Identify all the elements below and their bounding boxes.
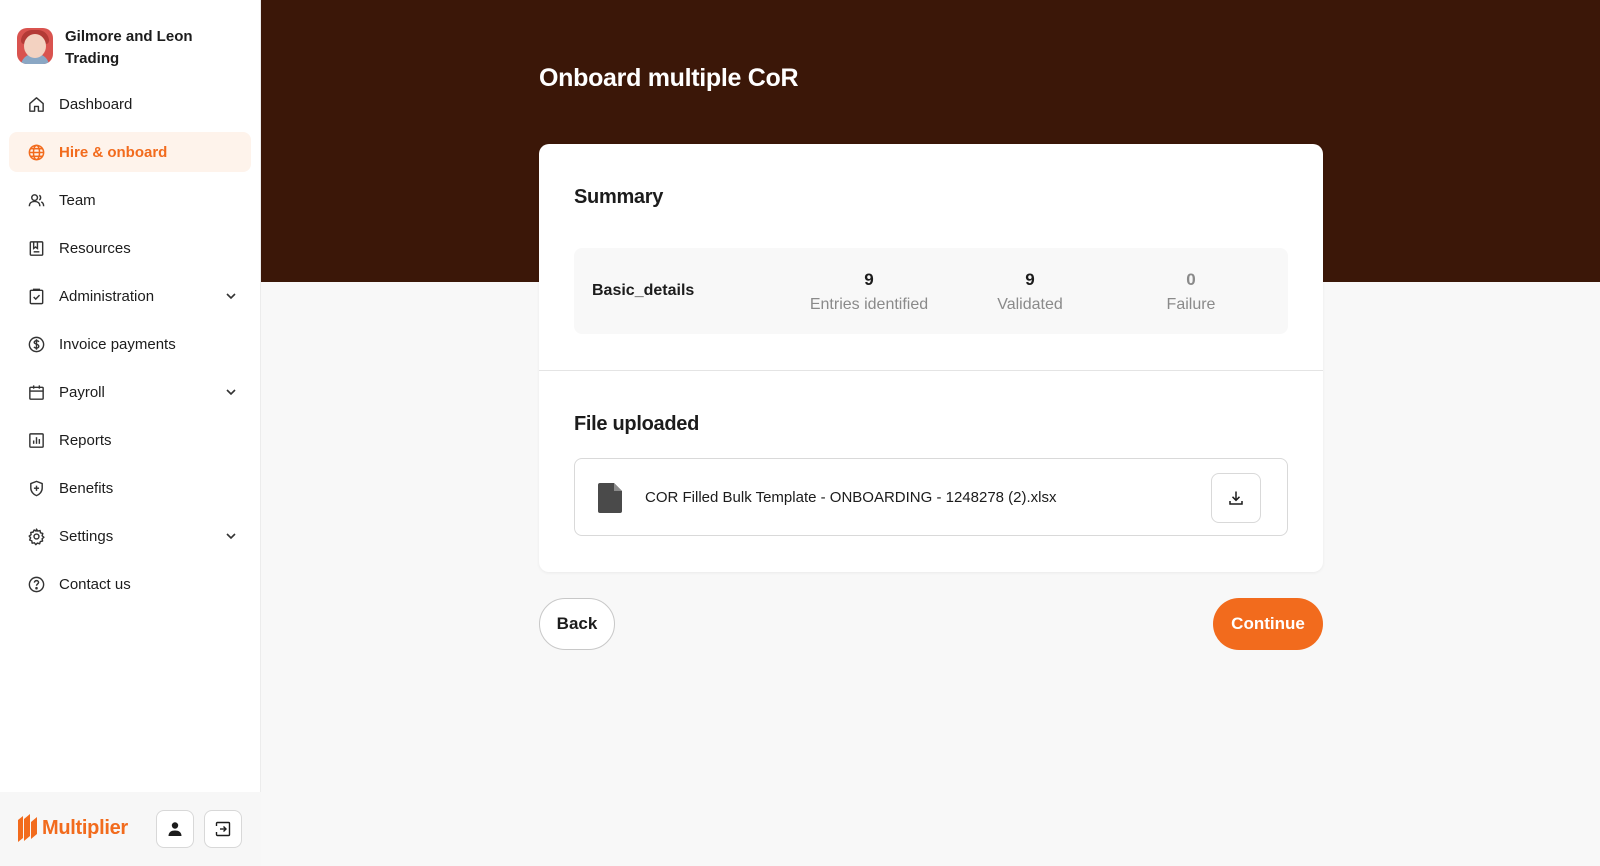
stat-entries-identified: 9 Entries identified bbox=[789, 268, 949, 316]
chevron-down-icon[interactable] bbox=[223, 384, 239, 400]
sidebar-item-label: Dashboard bbox=[59, 95, 133, 113]
sheet-name: Basic_details bbox=[592, 282, 695, 299]
back-button[interactable]: Back bbox=[539, 598, 615, 650]
sidebar-item-reports[interactable]: Reports bbox=[9, 420, 251, 460]
profile-button[interactable] bbox=[156, 810, 194, 848]
dollar-circle-icon bbox=[26, 334, 46, 354]
page-title: Onboard multiple CoR bbox=[539, 64, 799, 92]
file-uploaded-title: File uploaded bbox=[574, 413, 699, 435]
sidebar-item-label: Benefits bbox=[59, 479, 114, 497]
sidebar-item-label: Settings bbox=[59, 527, 114, 545]
logout-icon bbox=[215, 821, 231, 837]
stat-value: 9 bbox=[1025, 270, 1035, 289]
user-icon bbox=[168, 822, 182, 836]
users-icon bbox=[26, 190, 46, 210]
company-switcher[interactable]: Gilmore and Leon Trading bbox=[17, 26, 205, 70]
sidebar-item-label: Contact us bbox=[59, 575, 131, 593]
gear-icon bbox=[26, 526, 46, 546]
sidebar-item-dashboard[interactable]: Dashboard bbox=[9, 84, 251, 124]
calendar-icon bbox=[26, 382, 46, 402]
chevron-down-icon[interactable] bbox=[223, 288, 239, 304]
stat-failure: 0 Failure bbox=[1111, 268, 1271, 316]
sidebar-footer: Multiplier bbox=[0, 792, 261, 866]
bar-chart-icon bbox=[26, 430, 46, 450]
sidebar-item-label: Reports bbox=[59, 431, 112, 449]
brand-name: Multiplier bbox=[42, 816, 128, 839]
sidebar-item-settings[interactable]: Settings bbox=[9, 516, 251, 556]
uploaded-file-row: COR Filled Bulk Template - ONBOARDING - … bbox=[574, 458, 1288, 536]
home-icon bbox=[26, 94, 46, 114]
stat-value: 9 bbox=[864, 270, 874, 289]
sidebar-item-invoice-payments[interactable]: Invoice payments bbox=[9, 324, 251, 364]
file-icon bbox=[598, 483, 622, 513]
stat-validated: 9 Validated bbox=[950, 268, 1110, 316]
summary-row: Basic_details 9 Entries identified 9 Val… bbox=[574, 248, 1288, 334]
download-icon bbox=[1229, 491, 1243, 505]
sidebar-item-resources[interactable]: Resources bbox=[9, 228, 251, 268]
sidebar-item-label: Team bbox=[59, 191, 96, 209]
sidebar-item-hire-onboard[interactable]: Hire & onboard bbox=[9, 132, 251, 172]
summary-title: Summary bbox=[574, 186, 664, 208]
sidebar-item-label: Hire & onboard bbox=[59, 143, 168, 161]
continue-button[interactable]: Continue bbox=[1213, 598, 1323, 650]
help-circle-icon bbox=[26, 574, 46, 594]
stat-label: Validated bbox=[997, 296, 1063, 313]
sidebar-item-label: Invoice payments bbox=[59, 335, 176, 353]
shield-plus-icon bbox=[26, 478, 46, 498]
company-name: Gilmore and Leon Trading bbox=[65, 28, 193, 67]
sidebar-item-label: Payroll bbox=[59, 383, 105, 401]
file-name: COR Filled Bulk Template - ONBOARDING - … bbox=[645, 489, 1057, 506]
chevron-down-icon[interactable] bbox=[223, 528, 239, 544]
book-icon bbox=[26, 238, 46, 258]
clipboard-check-icon bbox=[26, 286, 46, 306]
sidebar-item-contact-us[interactable]: Contact us bbox=[9, 564, 251, 604]
stat-label: Entries identified bbox=[809, 296, 929, 313]
sidebar-nav: Dashboard Hire & onboard Team Resources … bbox=[9, 84, 251, 612]
sidebar-item-benefits[interactable]: Benefits bbox=[9, 468, 251, 508]
summary-card: Summary Basic_details 9 Entries identifi… bbox=[539, 144, 1323, 572]
stat-label: Failure bbox=[1166, 296, 1216, 313]
brand-logo[interactable]: Multiplier bbox=[16, 812, 128, 844]
sidebar-item-administration[interactable]: Administration bbox=[9, 276, 251, 316]
stat-value: 0 bbox=[1186, 270, 1196, 289]
sidebar-item-label: Resources bbox=[59, 239, 131, 257]
multiplier-logo-icon bbox=[18, 814, 37, 842]
globe-icon bbox=[26, 142, 46, 162]
logout-button[interactable] bbox=[204, 810, 242, 848]
sidebar-item-payroll[interactable]: Payroll bbox=[9, 372, 251, 412]
section-divider bbox=[539, 370, 1323, 371]
sidebar-item-team[interactable]: Team bbox=[9, 180, 251, 220]
sidebar: Gilmore and Leon Trading Dashboard Hire … bbox=[0, 0, 261, 866]
sidebar-item-label: Administration bbox=[59, 287, 155, 305]
download-button[interactable] bbox=[1211, 473, 1261, 523]
company-avatar bbox=[17, 28, 53, 64]
